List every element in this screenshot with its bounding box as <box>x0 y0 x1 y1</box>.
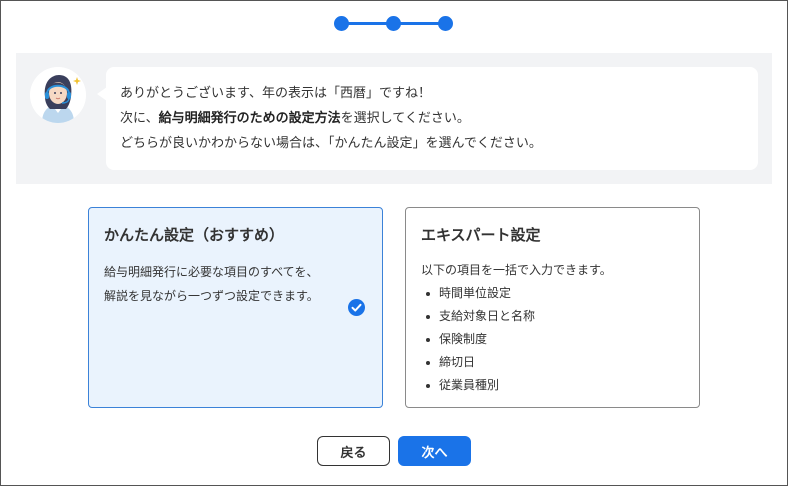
selected-check-icon <box>348 299 365 316</box>
option-title: エキスパート設定 <box>421 226 541 244</box>
assistant-message-bubble: ありがとうございます、年の表示は「西暦」ですね！ 次に、給与明細発行のための設定… <box>97 67 758 170</box>
list-item: 時間単位設定 <box>421 282 684 305</box>
expert-items-list: 時間単位設定 支給対象日と名称 保険制度 締切日 従業員種別 <box>421 282 684 397</box>
list-item: 締切日 <box>421 351 684 374</box>
stepper-dot-step-3 <box>438 16 453 31</box>
message-line-3: どちらが良いかわからない場合は、「かんたん設定」を選んでください。 <box>120 136 542 151</box>
option-card-expert-setup[interactable]: エキスパート設定 以下の項目を一括で入力できます。 時間単位設定 支給対象日と名… <box>405 207 700 408</box>
option-card-easy-setup[interactable]: かんたん設定（おすすめ） 給与明細発行に必要な項目のすべてを、 解説を見ながら一… <box>88 207 383 408</box>
next-button[interactable]: 次へ <box>398 436 471 466</box>
assistant-avatar-icon <box>30 67 86 123</box>
assistant-message-area: ありがとうございます、年の表示は「西暦」ですね！ 次に、給与明細発行のための設定… <box>16 53 772 184</box>
list-item: 従業員種別 <box>421 374 684 397</box>
back-button[interactable]: 戻る <box>317 436 390 466</box>
stepper-dot-step-1 <box>334 16 349 31</box>
option-title: かんたん設定（おすすめ） <box>104 226 285 244</box>
list-item: 支給対象日と名称 <box>421 305 684 328</box>
option-description: 以下の項目を一括で入力できます。 <box>421 263 612 277</box>
list-item: 保険制度 <box>421 328 684 351</box>
message-line-2: 次に、給与明細発行のための設定方法を選択してください。 <box>120 111 470 126</box>
option-description: 給与明細発行に必要な項目のすべてを、 解説を見ながら一つずつ設定できます。 <box>104 265 319 303</box>
progress-stepper <box>334 15 454 33</box>
setup-wizard-frame: ありがとうございます、年の表示は「西暦」ですね！ 次に、給与明細発行のための設定… <box>0 0 788 486</box>
message-emphasis: 給与明細発行のための設定方法 <box>158 111 341 126</box>
stepper-dot-step-2 <box>386 16 401 31</box>
message-line-1: ありがとうございます、年の表示は「西暦」ですね！ <box>120 86 431 101</box>
